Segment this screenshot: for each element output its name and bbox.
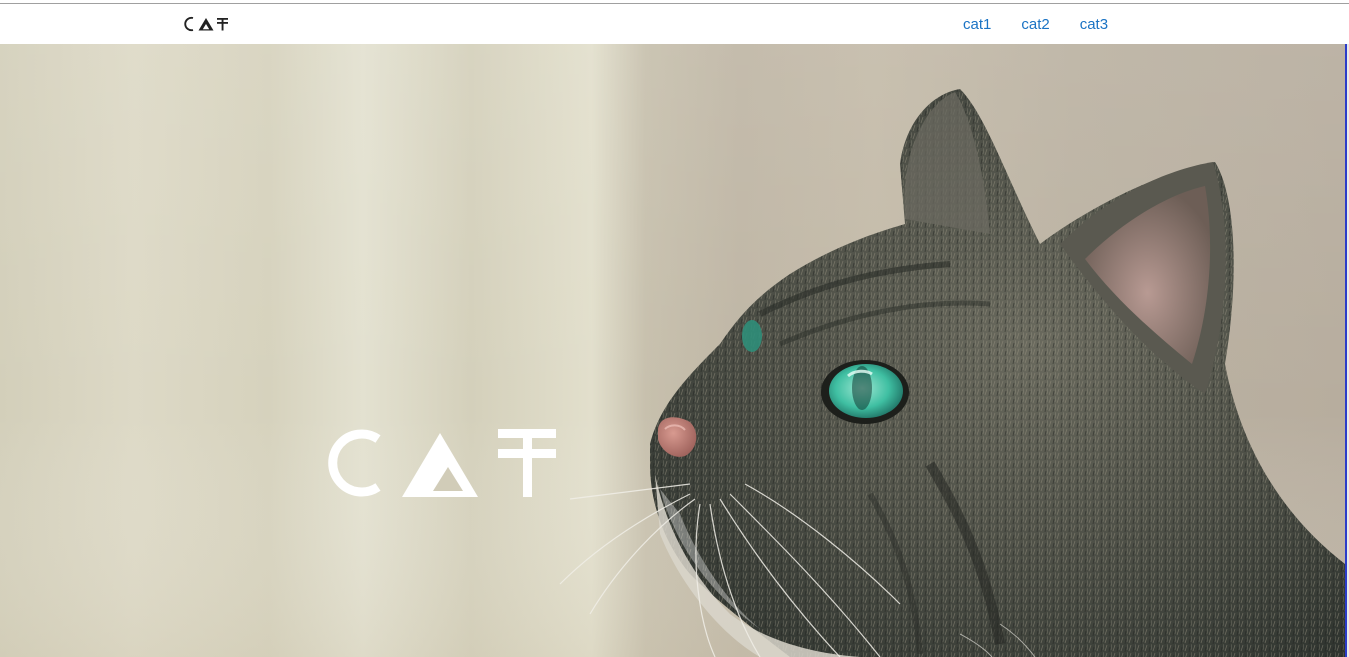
navbar: cat1 cat2 cat3 [0,4,1346,44]
hero-banner [0,44,1345,657]
nav-link-cat1[interactable]: cat1 [955,16,999,33]
cat-logo-icon [184,16,228,32]
primary-nav: cat1 cat2 cat3 [955,4,1130,44]
nav-link-cat3[interactable]: cat3 [1072,16,1116,33]
hero-cat-photo [0,44,1345,657]
nav-link-cat2[interactable]: cat2 [1013,16,1057,33]
page: cat1 cat2 cat3 [0,0,1349,657]
hero-cat-logo-icon [328,429,556,497]
site-logo-link[interactable] [184,15,230,33]
